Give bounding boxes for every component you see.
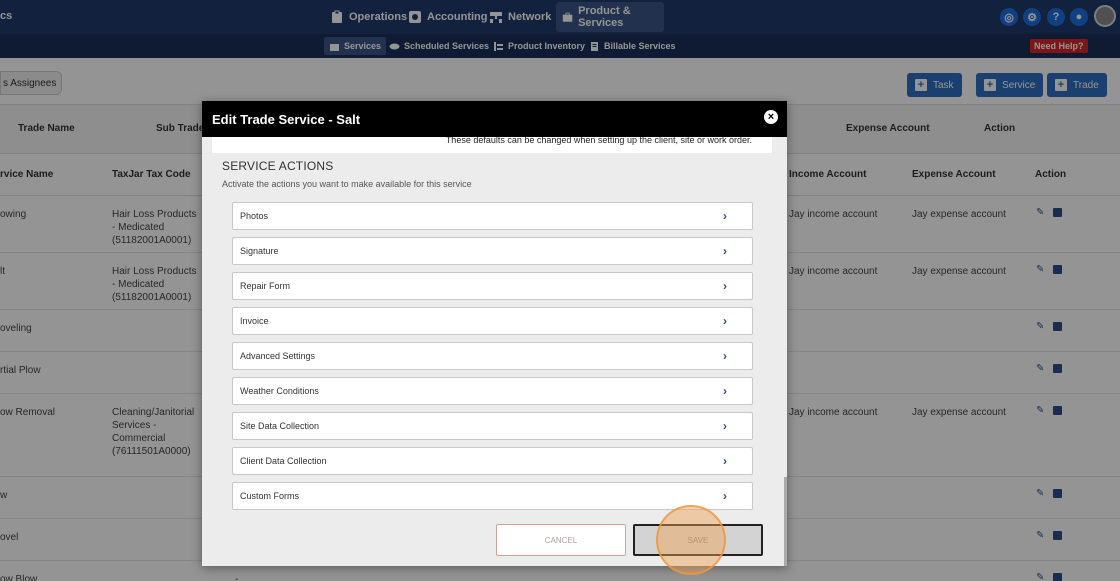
- action-label: Client Data Collection: [240, 456, 327, 466]
- action-photos[interactable]: Photos ›: [232, 202, 753, 230]
- chevron-right-icon: ›: [723, 454, 727, 468]
- modal-scrollbar[interactable]: [784, 477, 787, 566]
- chevron-right-icon: ›: [723, 314, 727, 328]
- chevron-right-icon: ›: [723, 209, 727, 223]
- edit-trade-service-modal: Edit Trade Service - Salt × These defaul…: [202, 101, 787, 566]
- action-label: Invoice: [240, 316, 269, 326]
- action-invoice[interactable]: Invoice ›: [232, 307, 753, 335]
- action-label: Photos: [240, 211, 269, 221]
- modal-body: These defaults can be changed when setti…: [202, 137, 787, 566]
- action-label: Weather Conditions: [240, 386, 319, 396]
- action-custom-forms[interactable]: Custom Forms ›: [232, 482, 753, 510]
- close-icon[interactable]: ×: [764, 110, 778, 124]
- action-label: Signature: [240, 246, 279, 256]
- section-title: SERVICE ACTIONS: [222, 159, 334, 173]
- chevron-right-icon: ›: [723, 279, 727, 293]
- action-label: Advanced Settings: [240, 351, 316, 361]
- save-button[interactable]: SAVE: [633, 524, 763, 556]
- action-label: Site Data Collection: [240, 421, 320, 431]
- modal-title: Edit Trade Service - Salt: [202, 101, 787, 137]
- action-site-data-collection[interactable]: Site Data Collection ›: [232, 412, 753, 440]
- action-advanced-settings[interactable]: Advanced Settings ›: [232, 342, 753, 370]
- chevron-right-icon: ›: [723, 244, 727, 258]
- chevron-right-icon: ›: [723, 384, 727, 398]
- action-weather-conditions[interactable]: Weather Conditions ›: [232, 377, 753, 405]
- action-label: Custom Forms: [240, 491, 300, 501]
- defaults-note: These defaults can be changed when setti…: [212, 137, 772, 153]
- action-label: Repair Form: [240, 281, 291, 291]
- section-subtitle: Activate the actions you want to make av…: [222, 179, 472, 189]
- chevron-right-icon: ›: [723, 419, 727, 433]
- chevron-right-icon: ›: [723, 489, 727, 503]
- cancel-button[interactable]: CANCEL: [496, 524, 626, 556]
- chevron-right-icon: ›: [723, 349, 727, 363]
- action-client-data-collection[interactable]: Client Data Collection ›: [232, 447, 753, 475]
- action-signature[interactable]: Signature ›: [232, 237, 753, 265]
- action-repair-form[interactable]: Repair Form ›: [232, 272, 753, 300]
